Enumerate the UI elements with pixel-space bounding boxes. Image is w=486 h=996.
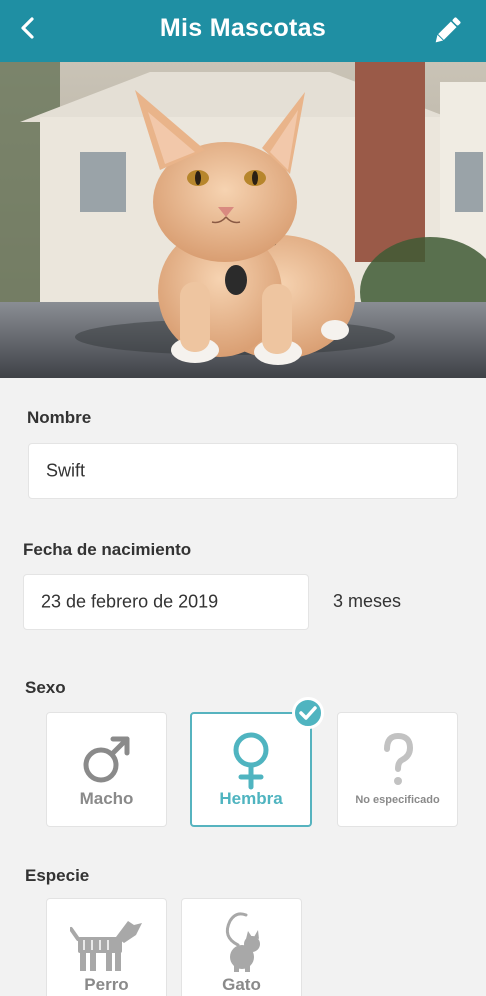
species-option-label: Gato xyxy=(222,975,261,994)
pet-photo xyxy=(0,62,486,378)
sex-option-label: Hembra xyxy=(219,789,283,808)
male-symbol-icon xyxy=(83,736,129,783)
sex-option-label: No especificado xyxy=(355,794,440,806)
sex-option-female[interactable]: Hembra xyxy=(190,712,312,827)
female-symbol-icon xyxy=(233,732,269,790)
name-label: Nombre xyxy=(27,408,92,427)
pencil-icon[interactable] xyxy=(430,14,464,48)
name-value: Swift xyxy=(46,460,86,481)
app-header: Mis Mascotas xyxy=(0,0,486,62)
species-option-dog[interactable]: Perro xyxy=(46,898,167,996)
species-label: Especie xyxy=(25,866,90,885)
sex-option-label: Macho xyxy=(79,789,134,808)
dog-icon xyxy=(69,921,142,971)
name-field[interactable]: Swift xyxy=(28,443,458,499)
page-title: Mis Mascotas xyxy=(159,14,327,42)
selected-check-badge xyxy=(292,697,324,729)
sex-option-male[interactable]: Macho xyxy=(46,712,167,827)
species-option-label: Perro xyxy=(84,975,129,994)
checkmark-icon xyxy=(299,706,317,720)
cat-icon xyxy=(225,912,260,972)
species-option-cat[interactable]: Gato xyxy=(181,898,302,996)
birthdate-label: Fecha de nacimiento xyxy=(23,540,192,559)
sex-label: Sexo xyxy=(25,678,66,697)
sex-option-unspecified[interactable]: No especificado xyxy=(337,712,458,827)
birthdate-value: 23 de febrero de 2019 xyxy=(41,591,219,612)
question-mark-icon xyxy=(383,732,413,785)
age-text: 3 meses xyxy=(333,591,402,611)
birthdate-field[interactable]: 23 de febrero de 2019 xyxy=(23,574,309,630)
